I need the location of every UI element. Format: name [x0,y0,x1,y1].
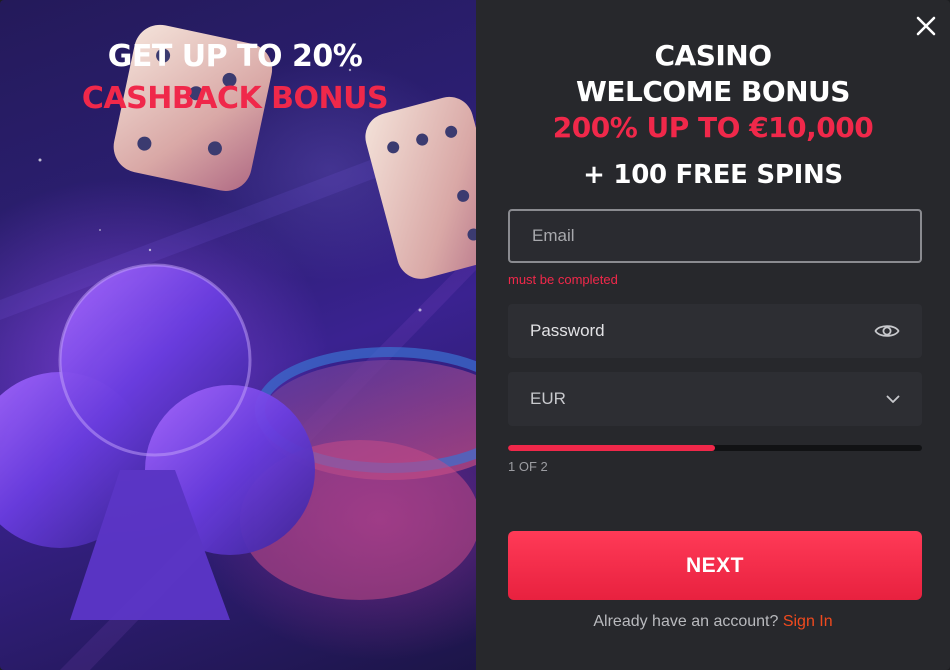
promo-headline: GET UP TO 20% CASHBACK BONUS [0,36,470,120]
currency-select[interactable]: EUR [508,372,922,426]
next-button[interactable]: NEXT [508,531,922,600]
signin-link[interactable]: Sign In [783,613,833,630]
registration-progress-bar [508,445,922,451]
email-error-message: must be completed [508,272,618,287]
bonus-title-line-2: WELCOME BONUS [576,75,850,108]
registration-modal: GET UP TO 20% CASHBACK BONUS CASINO WELC… [0,0,950,670]
bonus-offer: CASINO WELCOME BONUS 200% UP TO €10,000 … [476,38,950,192]
bonus-title-line-1: CASINO [654,39,772,72]
promo-line-2: CASHBACK BONUS [81,81,389,116]
chevron-down-icon [886,395,900,403]
email-input[interactable] [532,226,898,246]
eye-icon [874,325,900,337]
step-indicator: 1 OF 2 [508,459,548,474]
email-field[interactable] [508,209,922,263]
password-field[interactable]: Password [508,304,922,358]
form-panel: CASINO WELCOME BONUS 200% UP TO €10,000 … [476,0,950,670]
show-password-button[interactable] [874,322,900,340]
currency-value: EUR [530,389,566,408]
progress-fill [508,445,715,451]
promo-line-1: GET UP TO 20% [107,39,363,74]
password-placeholder: Password [530,321,605,340]
signin-prompt-row: Already have an account? Sign In [476,613,950,631]
close-icon [916,16,936,36]
bonus-free-spins: + 100 FREE SPINS [583,160,843,190]
promo-panel: GET UP TO 20% CASHBACK BONUS [0,0,476,670]
signin-prompt-text: Already have an account? [593,613,783,630]
bonus-amount: 200% UP TO €10,000 [552,111,874,144]
